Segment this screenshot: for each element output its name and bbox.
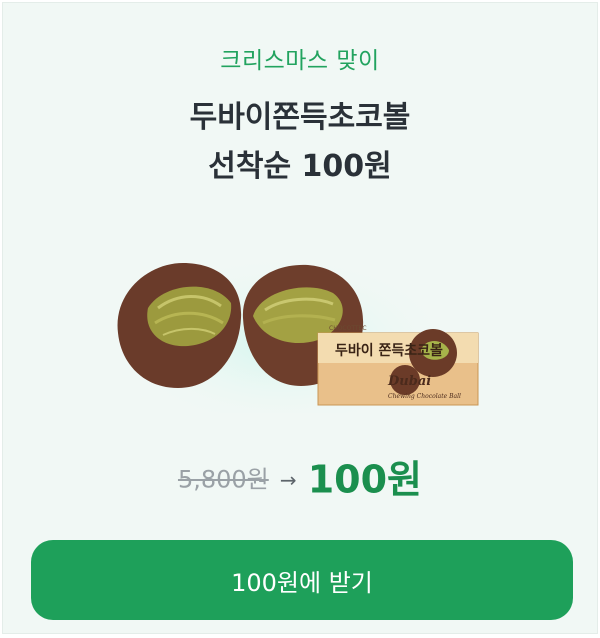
box-title: 두바이 쫀득초코볼 xyxy=(335,342,443,359)
arrow-right-icon: → xyxy=(279,467,297,492)
price-row: 5,800원 → 100원 xyxy=(3,451,597,508)
product-box: 두바이 쫀득초코볼 CHOCOTTEC Dubai Chewing Chocol… xyxy=(317,325,479,406)
box-brand: Dubai xyxy=(387,374,431,389)
promo-card: 크리스마스 맞이 두바이쫀득초코볼 선착순 100원 두바이 쫀득초코볼 CHO… xyxy=(2,2,598,634)
promo-title: 두바이쫀득초코볼 xyxy=(189,100,411,135)
box-maker: CHOCOTTEC xyxy=(329,325,367,332)
promo-subtitle: 선착순 100원 xyxy=(208,149,392,184)
sale-price: 100원 xyxy=(307,457,423,502)
box-subtitle: Chewing Chocolate Ball xyxy=(388,393,461,400)
promo-kicker: 크리스마스 맞이 xyxy=(220,48,380,74)
claim-button[interactable]: 100원에 받기 xyxy=(31,540,573,620)
product-image: 두바이 쫀득초코볼 CHOCOTTEC Dubai Chewing Chocol… xyxy=(113,245,479,413)
original-price: 5,800원 xyxy=(177,465,269,494)
